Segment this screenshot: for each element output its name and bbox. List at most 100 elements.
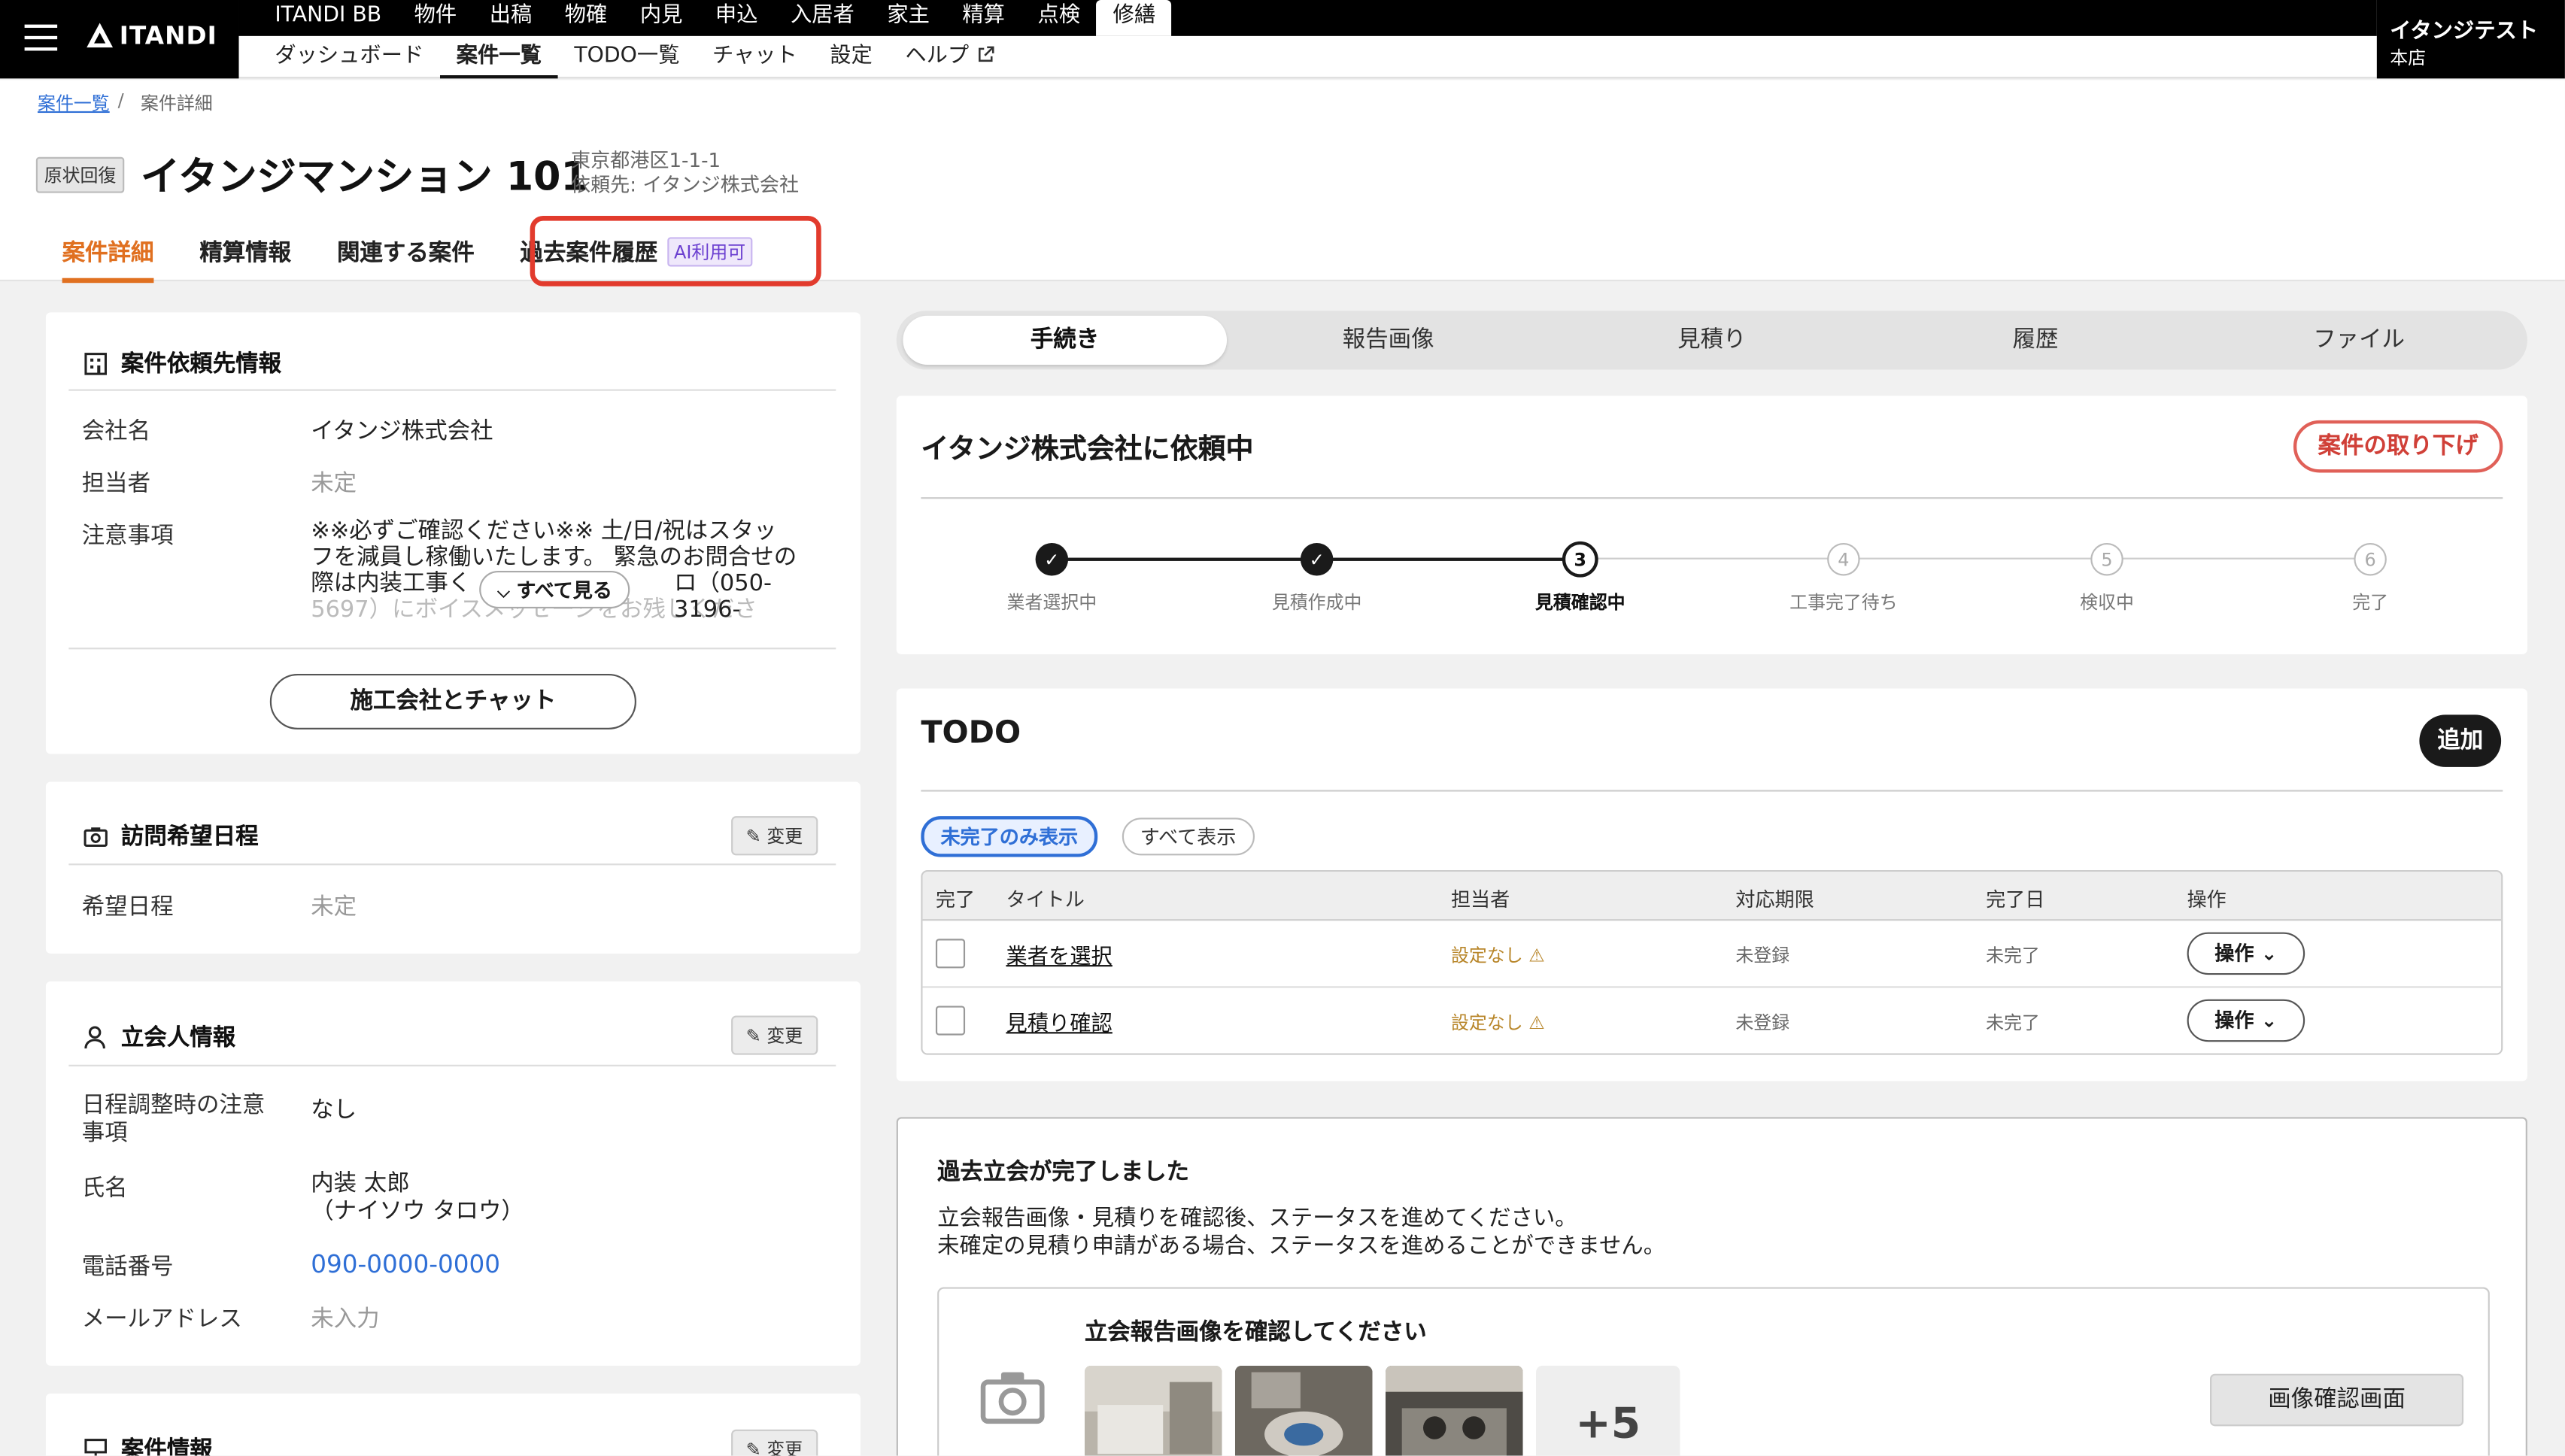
product-nav: ITANDI BB 物件 出稿 物確 内見 申込 入居者 家主 精算 点検 修繕	[238, 0, 2377, 36]
more-images-count[interactable]: +5	[1536, 1365, 1680, 1456]
todo-title-link[interactable]: 業者を選択	[1006, 939, 1112, 970]
subnav-todo-list[interactable]: TODO一覧	[558, 35, 697, 78]
todo-title: TODO	[921, 714, 1021, 751]
see-all-label: すべて見る	[516, 578, 612, 602]
add-todo-button[interactable]: 追加	[2419, 714, 2502, 767]
step-6-number: 6	[2354, 543, 2387, 576]
report-image-thumb[interactable]	[1234, 1365, 1373, 1456]
assignee-text: 設定なし	[1450, 1012, 1523, 1034]
client-info-header: 案件依頼先情報	[82, 347, 281, 379]
withdraw-case-button[interactable]: 案件の取り下げ	[2293, 420, 2503, 473]
step-1-check-icon: ✓	[1035, 543, 1069, 576]
witness-title: 立会人情報	[120, 1025, 236, 1052]
pencil-icon: ✎	[745, 1439, 767, 1456]
email-label: メールアドレス	[81, 1306, 242, 1333]
brand-name[interactable]: ITANDI	[120, 21, 217, 50]
col-title: タイトル	[1006, 887, 1085, 912]
status-card: イタンジ株式会社に依頼中 案件の取り下げ ✓ 業者選択中 ✓ 見積作成中 3 見…	[896, 396, 2527, 654]
product-bukken[interactable]: 物件	[398, 2, 473, 36]
past-witness-card: 過去立会が完了しました 立会報告画像・見積りを確認後、ステータスを進めてください…	[896, 1117, 2527, 1456]
status-title: イタンジ株式会社に依頼中	[921, 433, 1254, 466]
person-icon	[82, 1024, 108, 1050]
segment-procedures[interactable]: 手続き	[903, 315, 1227, 365]
witness-header: 立会人情報	[82, 1021, 235, 1053]
warning-icon: ⚠	[1528, 945, 1545, 967]
product-yanushi[interactable]: 家主	[871, 2, 946, 36]
user-name: イタンジテスト	[2390, 20, 2539, 44]
case-info-header: 案件情報	[82, 1433, 213, 1456]
chat-with-contractor-button[interactable]: 施工会社とチャット	[269, 673, 636, 730]
todo-actions-button[interactable]: 操作 ⌄	[2187, 932, 2305, 975]
breadcrumb-case-list[interactable]: 案件一覧	[38, 90, 110, 117]
assignee-label: 担当者	[81, 471, 151, 498]
address-line: 東京都港区1-1-1	[570, 148, 721, 172]
case-info-edit-button[interactable]: ✎ 変更	[731, 1429, 818, 1456]
image-review-button[interactable]: 画像確認画面	[2210, 1373, 2464, 1427]
product-shuzen[interactable]: 修繕	[1096, 0, 1172, 36]
todo-checkbox[interactable]	[935, 1006, 966, 1036]
highlight-box	[530, 216, 821, 287]
subnav-case-list[interactable]: 案件一覧	[440, 35, 558, 78]
page-title: イタンジマンション 101	[141, 153, 588, 200]
product-tenken[interactable]: 点検	[1021, 2, 1097, 36]
segment-report-images[interactable]: 報告画像	[1227, 316, 1550, 365]
notes-line: ※※必ずご確認ください※※ 土/日/祝はスタッ	[311, 518, 777, 545]
segment-history[interactable]: 履歴	[1874, 316, 2197, 365]
witness-edit-button[interactable]: ✎ 変更	[731, 1015, 818, 1055]
subnav-chat[interactable]: チャット	[696, 35, 813, 78]
table-row: 業者を選択 設定なし ⚠ 未登録 未完了 操作 ⌄	[922, 921, 2502, 988]
notes-label: 注意事項	[81, 523, 174, 550]
product-seisan[interactable]: 精算	[946, 2, 1021, 36]
user-menu[interactable]: イタンジテスト 本店	[2376, 0, 2565, 79]
product-shukko[interactable]: 出稿	[473, 2, 548, 36]
menu-icon[interactable]	[24, 24, 58, 51]
segment-estimates[interactable]: 見積り	[1550, 316, 1874, 365]
preferred-date-value: 未定	[311, 894, 357, 921]
tab-case-detail[interactable]: 案件詳細	[36, 224, 174, 284]
see-all-button[interactable]: ⌵ すべて見る	[479, 570, 630, 608]
step-5-label: 検収中	[2080, 592, 2134, 614]
visit-edit-button[interactable]: ✎ 変更	[731, 816, 818, 856]
past-witness-title: 過去立会が完了しました	[937, 1159, 1190, 1186]
step-3-number: 3	[1562, 541, 1598, 578]
filter-incomplete-chip[interactable]: 未完了のみ表示	[921, 816, 1098, 857]
schedule-note-label-line: 事項	[81, 1120, 128, 1147]
message-line: 立会報告画像・見積りを確認後、ステータスを進めてください。	[937, 1205, 1577, 1232]
todo-checkbox[interactable]	[935, 939, 966, 969]
todo-title-link[interactable]: 見積り確認	[1006, 1006, 1112, 1037]
product-moushikomi[interactable]: 申込	[699, 2, 774, 36]
product-nyukyosha[interactable]: 入居者	[774, 2, 870, 36]
col-due: 対応期限	[1735, 887, 1814, 912]
todo-actions-button[interactable]: 操作 ⌄	[2187, 999, 2305, 1042]
tab-settlement[interactable]: 精算情報	[174, 224, 311, 280]
table-row: 見積り確認 設定なし ⚠ 未登録 未完了 操作 ⌄	[922, 987, 2502, 1054]
user-store: 本店	[2390, 47, 2427, 69]
subnav-dashboard[interactable]: ダッシュボード	[259, 35, 440, 78]
subnav-help[interactable]: ヘルプ	[889, 35, 1010, 78]
filter-all-chip[interactable]: すべて表示	[1122, 817, 1255, 856]
witness-edit-label: 変更	[766, 1025, 803, 1047]
subnav-settings[interactable]: 設定	[814, 35, 889, 78]
breadcrumb-separator: /	[117, 89, 124, 111]
notes-line: ロ（050-3196-	[673, 570, 772, 620]
phone-link[interactable]: 090-0000-0000	[311, 1249, 500, 1279]
col-done: 完了	[935, 887, 976, 912]
breadcrumb-current: 案件詳細	[141, 93, 213, 115]
section-switcher: 手続き 報告画像 見積り 履歴 ファイル	[896, 311, 2527, 370]
product-bukkaku[interactable]: 物確	[548, 2, 624, 36]
product-naiken[interactable]: 内見	[624, 2, 699, 36]
visit-header: 訪問希望日程	[82, 820, 259, 852]
report-images-box: 立会報告画像を確認してください +5 画像確認画面	[937, 1287, 2490, 1456]
property-address: 東京都港区1-1-1 依頼先: イタンジ株式会社	[571, 149, 799, 198]
tab-related-cases[interactable]: 関連する案件	[311, 224, 494, 280]
building-icon	[82, 350, 108, 376]
assignee-value: 未定	[311, 471, 357, 498]
segment-files[interactable]: ファイル	[2197, 316, 2521, 365]
step-1-label: 業者選択中	[1006, 592, 1097, 614]
report-image-thumb[interactable]	[1084, 1365, 1222, 1456]
pencil-icon: ✎	[745, 826, 767, 848]
todo-actions-label: 操作	[2214, 942, 2254, 966]
step-4-label: 工事完了待ち	[1789, 592, 1898, 614]
product-itandi-bb[interactable]: ITANDI BB	[259, 2, 398, 36]
report-image-thumb[interactable]	[1385, 1365, 1523, 1456]
